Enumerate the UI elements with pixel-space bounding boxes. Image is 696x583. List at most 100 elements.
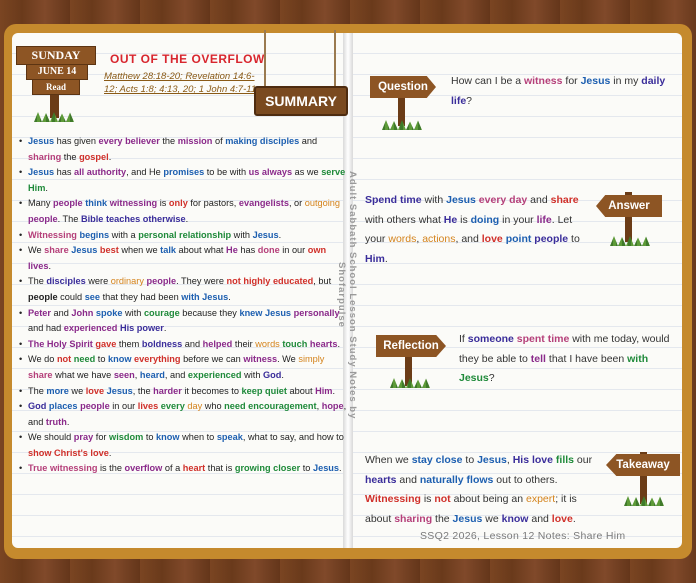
text-segment: growing closer [232, 463, 301, 474]
text-segment: . [108, 151, 112, 162]
grass-icon [34, 112, 74, 122]
text-segment: begins [76, 229, 110, 240]
summary-point: Many people think witnessing is only for… [19, 196, 350, 227]
text-segment: with [421, 194, 444, 206]
text-segment: hearts [365, 473, 397, 486]
text-segment: . [228, 291, 231, 302]
text-segment: His love [509, 454, 553, 466]
text-segment: need [71, 354, 96, 365]
text-segment: them [116, 338, 140, 349]
text-segment: with [122, 307, 142, 318]
text-segment: fills [552, 454, 574, 466]
text-segment: witness [521, 75, 563, 87]
read-label: Read [32, 79, 80, 95]
date-label: JUNE 14 [26, 64, 88, 80]
text-segment: God [260, 369, 282, 380]
text-segment: words [252, 338, 280, 349]
answer-sign: Answer [596, 195, 662, 217]
text-segment: wisdom [106, 432, 144, 443]
text-segment: not [54, 354, 72, 365]
text-segment: love [548, 512, 573, 525]
text-segment: their [232, 338, 253, 349]
takeaway-sign: Takeaway [606, 454, 680, 476]
text-segment: the [432, 512, 450, 525]
text-segment: He [440, 213, 458, 226]
text-segment: people [28, 213, 58, 224]
text-segment: that I have been [545, 352, 625, 365]
text-segment: Witnessing [28, 229, 77, 240]
text-segment: personal relationship [135, 229, 232, 240]
text-segment: disciples [43, 276, 86, 287]
text-segment: in my [610, 75, 639, 87]
text-segment: evangelists [236, 198, 289, 209]
text-segment: life [533, 213, 552, 226]
text-segment: someone [464, 333, 514, 345]
scripture-references[interactable]: Matthew 28:18-20; Revelation 14:6-12; Ac… [104, 70, 260, 96]
takeaway-text: When we stay close to Jesus, His love fi… [365, 451, 601, 529]
text-segment: Him [312, 385, 333, 396]
answer-text: Spend time with Jesus every day and shar… [365, 191, 595, 269]
text-segment: that is [205, 463, 233, 474]
text-segment: and [50, 307, 69, 318]
text-segment: is [457, 213, 468, 226]
text-segment: with [231, 229, 251, 240]
text-segment: with [241, 369, 261, 380]
text-segment: , the [132, 385, 151, 396]
text-segment: for [93, 432, 107, 443]
text-segment: of a [162, 463, 181, 474]
text-segment: gospel [76, 151, 109, 162]
text-segment: We [28, 245, 42, 256]
text-segment: , what to say, and how to [242, 432, 344, 443]
text-segment: . [281, 369, 284, 380]
text-segment: harder [150, 385, 182, 396]
text-segment: pray [71, 432, 94, 443]
text-segment: personally [291, 307, 340, 318]
text-segment: in your [499, 213, 534, 226]
text-segment: because they [179, 307, 237, 318]
text-segment: The [28, 385, 44, 396]
text-segment: , or [288, 198, 303, 209]
text-segment: knew Jesus [236, 307, 292, 318]
text-segment: The [28, 276, 44, 287]
text-segment: know [105, 354, 132, 365]
text-segment: . We [277, 354, 296, 365]
text-segment: were [85, 276, 109, 287]
text-segment: and [396, 473, 417, 486]
lesson-footer: SSQ2 2026, Lesson 12 Notes: Share Him [420, 530, 626, 542]
text-segment: overflow [121, 463, 163, 474]
text-segment: actions [419, 233, 456, 245]
text-segment: ? [466, 94, 473, 107]
text-segment: simply [295, 354, 325, 365]
text-segment: everything [131, 354, 181, 365]
text-segment: . The [57, 213, 79, 224]
text-segment: We should [28, 432, 72, 443]
summary-point: True witnessing is the overflow of a hea… [19, 461, 350, 477]
text-segment: . [337, 338, 341, 349]
question-sign: Question [370, 76, 436, 98]
text-segment: Jesus [577, 75, 611, 87]
text-segment: ? [488, 372, 495, 384]
text-segment: share [41, 245, 69, 256]
text-segment: day [184, 401, 203, 412]
summary-point: Peter and John spoke with courage becaus… [19, 306, 350, 337]
text-segment: How can I be a [451, 75, 522, 87]
text-segment: could [57, 291, 83, 302]
text-segment: outgoing [302, 198, 341, 209]
text-segment: witness [240, 354, 278, 365]
text-segment: know [498, 512, 529, 525]
text-segment: when to [179, 432, 215, 443]
text-segment: Jesus [310, 463, 340, 474]
text-segment: every [158, 401, 185, 412]
text-segment: Jesus [68, 245, 98, 256]
text-segment: every believer [95, 136, 160, 146]
summary-point: Jesus has all authority, and He promises… [19, 165, 350, 196]
text-segment: in our [109, 401, 136, 412]
text-segment: Jesus [443, 194, 476, 206]
text-segment: us [246, 167, 260, 178]
text-segment: our [574, 454, 593, 466]
text-segment: show Christ's love [28, 447, 109, 458]
summary-point: The more we love Jesus, the harder it be… [19, 384, 350, 400]
text-segment: every day [475, 194, 528, 206]
text-segment: . [572, 512, 576, 525]
text-segment: is [420, 493, 432, 505]
